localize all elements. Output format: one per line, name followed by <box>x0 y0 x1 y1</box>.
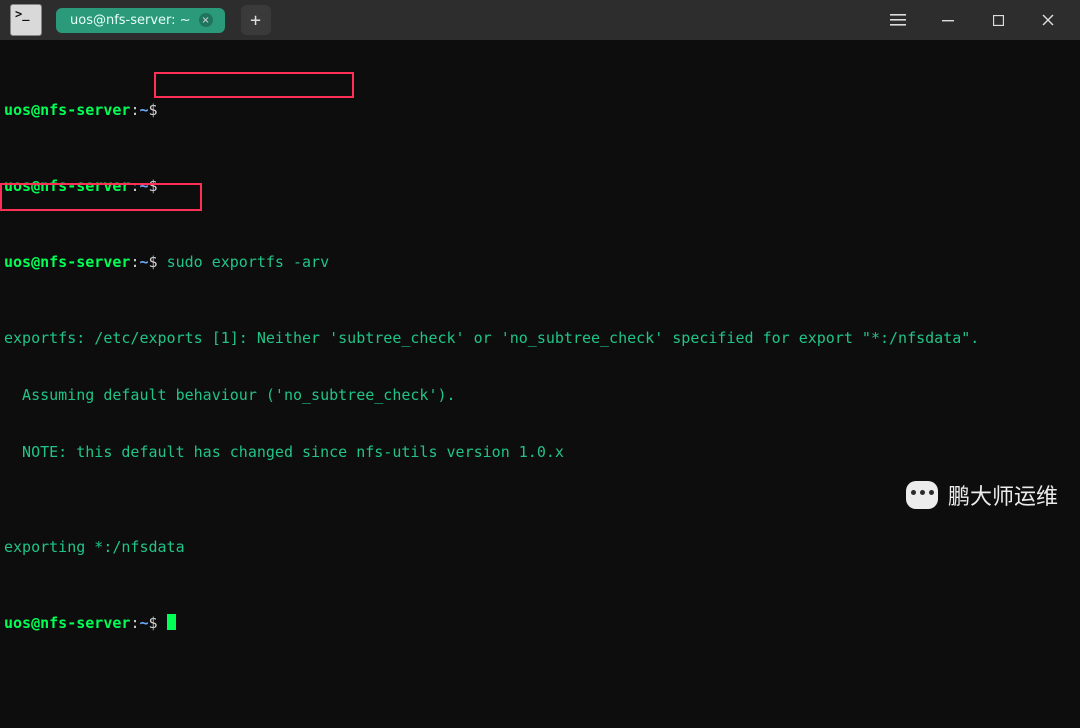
tab-close-icon[interactable]: × <box>199 13 213 27</box>
hamburger-menu-button[interactable] <box>876 4 920 36</box>
close-button[interactable] <box>1026 4 1070 36</box>
terminal-output: Assuming default behaviour ('no_subtree_… <box>4 386 1076 405</box>
watermark-text: 鹏大师运维 <box>948 479 1058 511</box>
close-icon <box>1042 14 1054 26</box>
chat-bubble-icon <box>906 481 938 509</box>
new-tab-button[interactable]: + <box>241 5 271 35</box>
terminal-area[interactable]: uos@nfs-server:~$ uos@nfs-server:~$ uos@… <box>0 40 1080 728</box>
watermark: 鹏大师运维 <box>906 479 1058 511</box>
prompt-path: ~ <box>139 101 148 119</box>
terminal-line: uos@nfs-server:~$ <box>4 614 1076 633</box>
maximize-button[interactable] <box>976 4 1020 36</box>
prompt-user: uos <box>4 101 31 119</box>
minimize-button[interactable] <box>926 4 970 36</box>
titlebar: uos@nfs-server: ~ × + <box>0 0 1080 40</box>
hamburger-icon <box>890 14 906 26</box>
prompt-at: @ <box>31 101 40 119</box>
terminal-line: uos@nfs-server:~$ sudo exportfs -arv <box>4 253 1076 272</box>
terminal-app-icon <box>10 4 42 36</box>
highlight-box-command <box>154 72 354 98</box>
prompt-host: nfs-server <box>40 101 130 119</box>
terminal-line: uos@nfs-server:~$ <box>4 101 1076 120</box>
tab-active[interactable]: uos@nfs-server: ~ × <box>56 8 225 33</box>
terminal-output: exporting *:/nfsdata <box>4 538 1076 557</box>
command-text: sudo exportfs -arv <box>167 253 330 271</box>
terminal-line: uos@nfs-server:~$ <box>4 177 1076 196</box>
window-controls <box>926 4 1070 36</box>
prompt-dollar: $ <box>149 101 158 119</box>
minimize-icon <box>942 14 954 26</box>
terminal-output: NOTE: this default has changed since nfs… <box>4 443 1076 462</box>
cursor <box>167 614 176 630</box>
terminal-output: exportfs: /etc/exports [1]: Neither 'sub… <box>4 329 1076 348</box>
tab-label: uos@nfs-server: ~ <box>70 13 191 28</box>
maximize-icon <box>993 15 1004 26</box>
